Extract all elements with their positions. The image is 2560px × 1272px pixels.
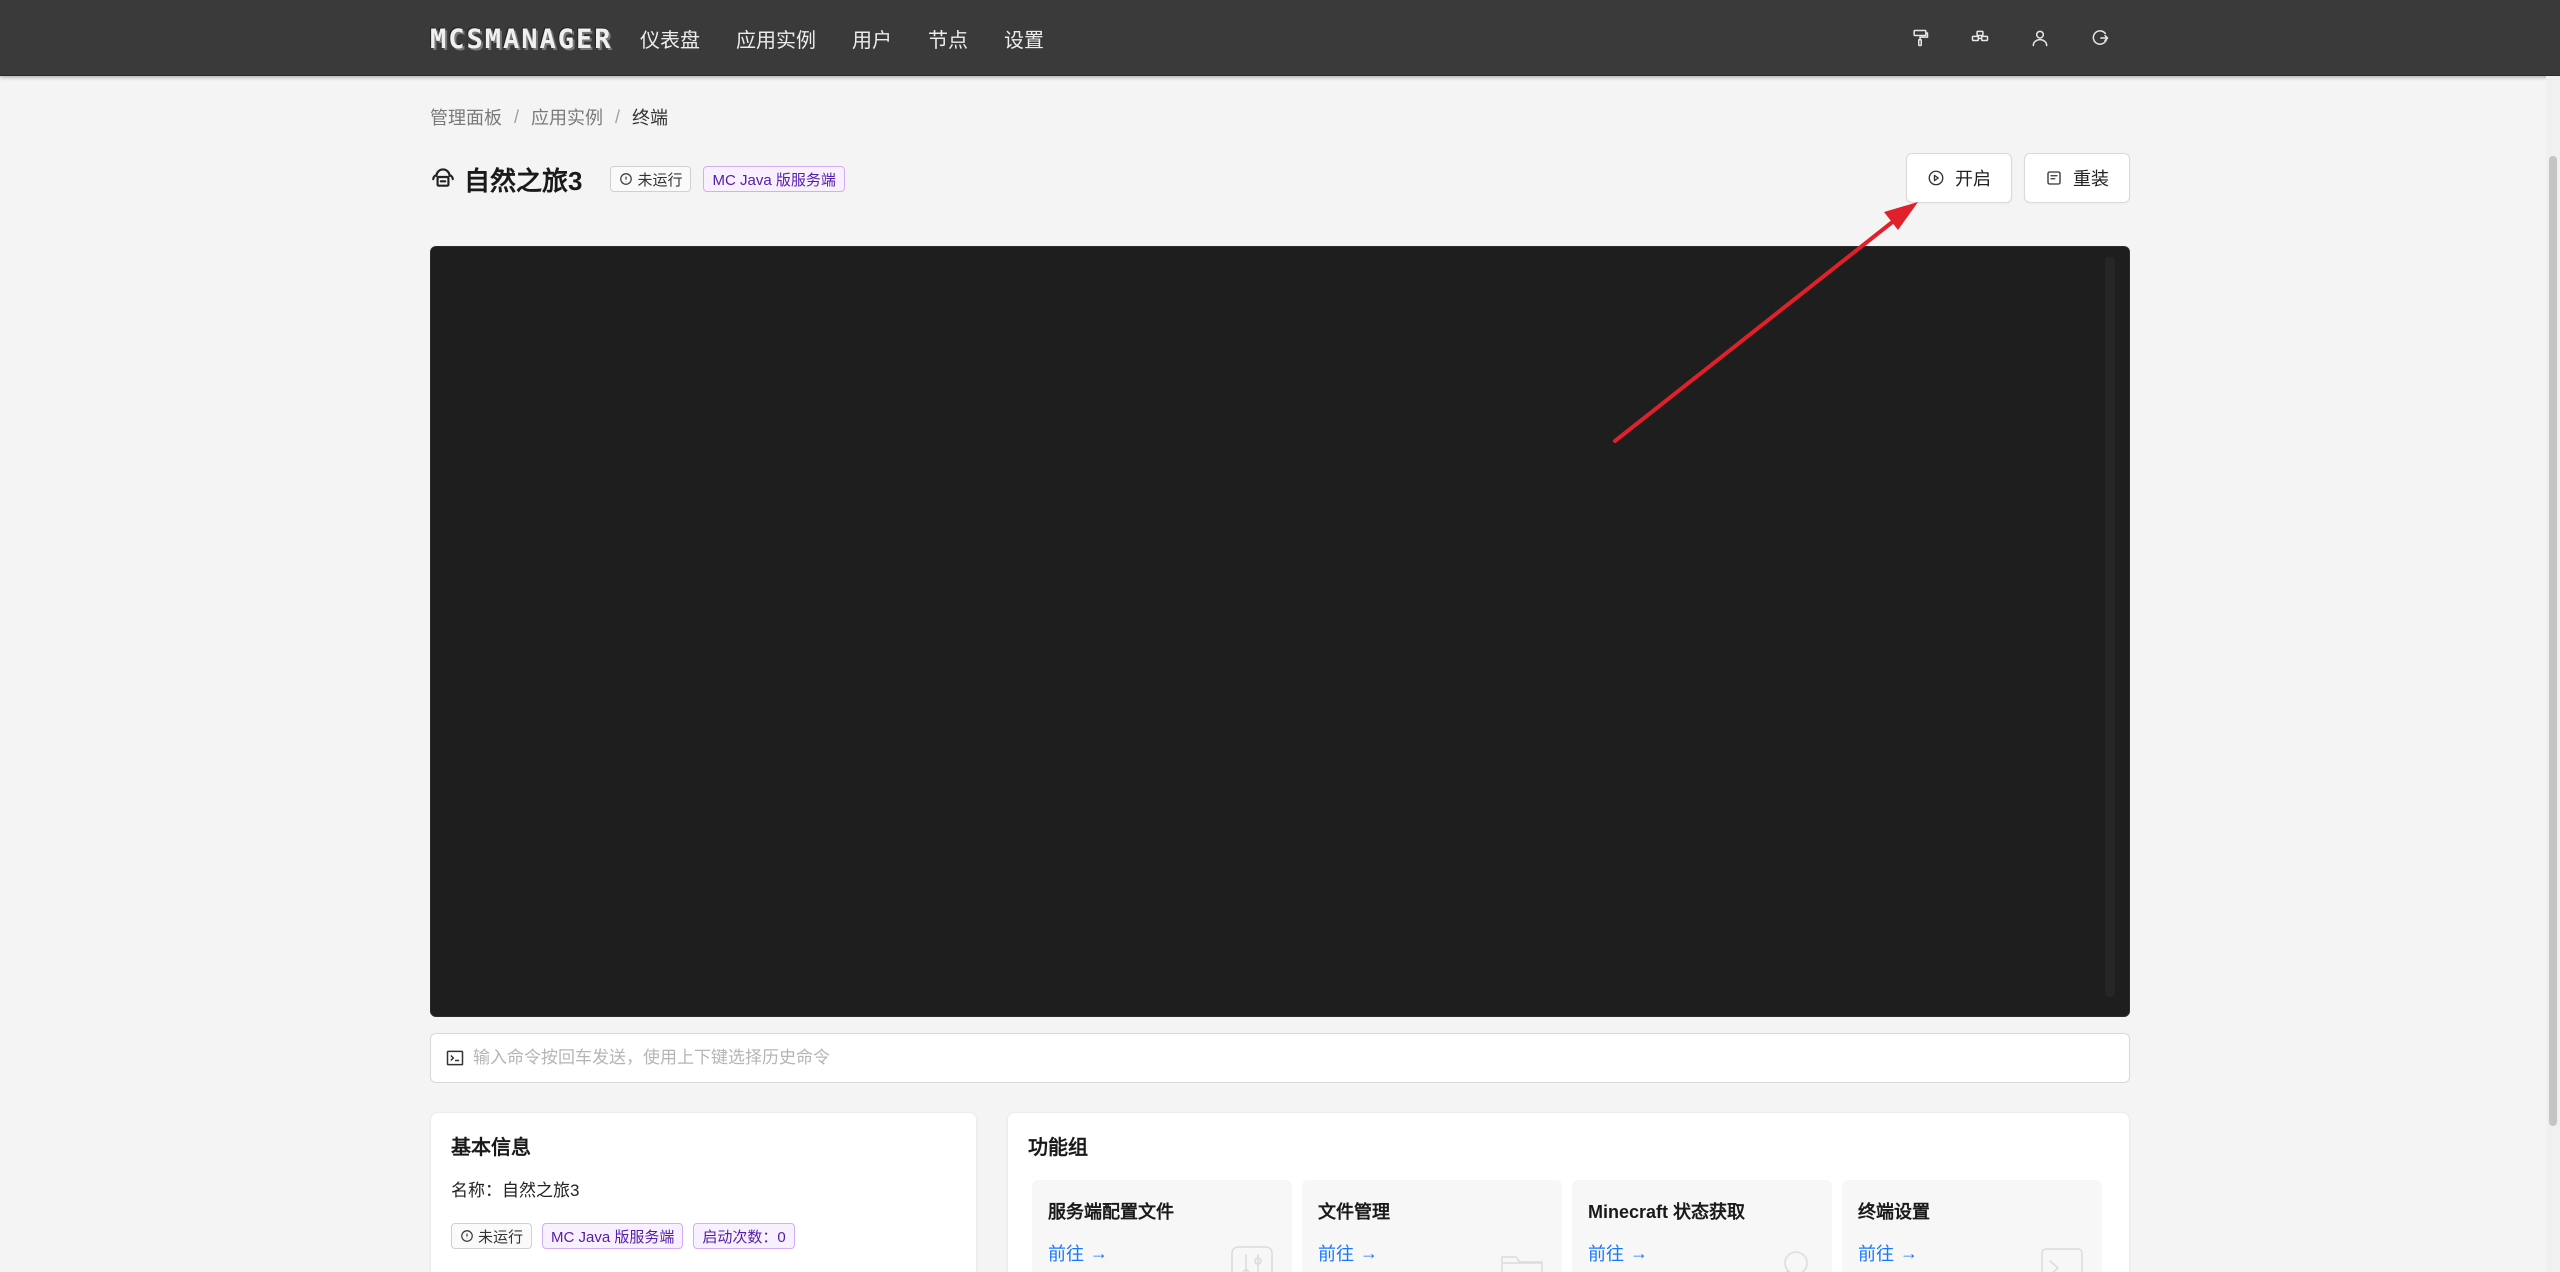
func-server-config[interactable]: 服务端配置文件 前往 → [1032,1180,1292,1272]
func-item-name: Minecraft 状态获取 [1588,1202,1746,1222]
func-item-name: 终端设置 [1858,1202,1930,1222]
start-count-badge: 启动次数：0 [693,1223,795,1249]
arrow-right-icon: → [1090,1242,1108,1263]
page-title: 自然之旅3 [464,165,583,196]
nav-icon-group [1890,0,2130,76]
type-badge: MC Java 版服务端 [703,166,845,192]
status-badge-label: 未运行 [478,1228,524,1246]
breadcrumb-panel[interactable]: 管理面板 [430,104,502,130]
folder-icon [1498,1243,1546,1272]
function-group-title: 功能组 [1028,1137,1088,1159]
start-button[interactable]: 开启 [1906,153,2012,203]
top-navbar: MCSMANAGER 仪表盘 应用实例 用户 节点 设置 [0,0,2560,76]
paint-roller-icon[interactable] [1890,0,1950,76]
cloud-server-icon [430,164,456,195]
play-circle-icon [1928,170,1944,186]
info-circle-icon [620,173,633,185]
basic-info-card: 基本信息 名称：自然之旅3 未运行 MC Java 版服务端 启动次数：0 [430,1112,977,1272]
func-file-manager[interactable]: 文件管理 前往 → [1302,1180,1562,1272]
start-button-label: 开启 [1955,169,1991,189]
breadcrumb-separator: / [615,106,621,127]
nav-item-users[interactable]: 用户 [834,0,910,76]
basic-info-title: 基本信息 [451,1137,531,1159]
breadcrumb: 管理面板 / 应用实例 / 终端 [430,104,668,130]
command-input[interactable] [473,1048,2129,1068]
func-item-name: 服务端配置文件 [1048,1202,1174,1222]
nav-item-nodes[interactable]: 节点 [910,0,986,76]
reinstall-button-label: 重装 [2073,169,2109,189]
reinstall-button[interactable]: 重装 [2024,153,2130,203]
nav-item-instances[interactable]: 应用实例 [718,0,834,76]
terminal-output[interactable] [430,246,2130,1017]
command-input-box [430,1033,2130,1083]
sliders-icon [1228,1243,1276,1272]
function-grid: 服务端配置文件 前往 → 文件管理 前往 → Minecraft 状态获取 前往 → … [1032,1180,2109,1272]
terminal-icon [2038,1243,2086,1272]
instance-actions: 开启 重装 [1906,153,2130,203]
func-minecraft-status[interactable]: Minecraft 状态获取 前往 → [1572,1180,1832,1272]
type-badge: MC Java 版服务端 [542,1223,684,1249]
basic-info-tags: 未运行 MC Java 版服务端 启动次数：0 [451,1223,956,1249]
nav-item-settings[interactable]: 设置 [986,0,1062,76]
arrow-right-icon: → [1900,1242,1918,1263]
function-group-card: 功能组 服务端配置文件 前往 → 文件管理 前往 → Minecraft 状态获取 … [1007,1112,2130,1272]
instance-header: 自然之旅3 未运行 MC Java 版服务端 [430,160,845,198]
search-icon [1768,1243,1816,1272]
app-logo[interactable]: MCSMANAGER [430,24,613,55]
page-scrollbar-thumb[interactable] [2549,156,2557,1126]
breadcrumb-instances[interactable]: 应用实例 [531,104,603,130]
page-scrollbar[interactable] [2546,76,2560,1272]
main-nav: 仪表盘 应用实例 用户 节点 设置 [640,0,1062,76]
info-circle-icon [461,1230,473,1242]
user-icon[interactable] [2010,0,2070,76]
func-terminal-settings[interactable]: 终端设置 前往 → [1842,1180,2102,1272]
func-item-name: 文件管理 [1318,1202,1390,1222]
breadcrumb-separator: / [514,106,520,127]
arrow-right-icon: → [1360,1242,1378,1263]
status-badge: 未运行 [451,1223,533,1249]
terminal-scrollbar[interactable] [2105,257,2115,997]
terminal-icon [446,1050,464,1066]
status-badge: 未运行 [610,166,692,192]
nav-item-dashboard[interactable]: 仪表盘 [640,0,718,76]
instance-name-line: 名称：自然之旅3 [451,1181,580,1200]
nodes-icon[interactable] [1950,0,2010,76]
status-badge-label: 未运行 [637,171,683,189]
arrow-right-icon: → [1630,1242,1648,1263]
reinstall-icon [2047,171,2061,185]
logout-icon[interactable] [2070,0,2130,76]
breadcrumb-terminal: 终端 [632,108,669,128]
